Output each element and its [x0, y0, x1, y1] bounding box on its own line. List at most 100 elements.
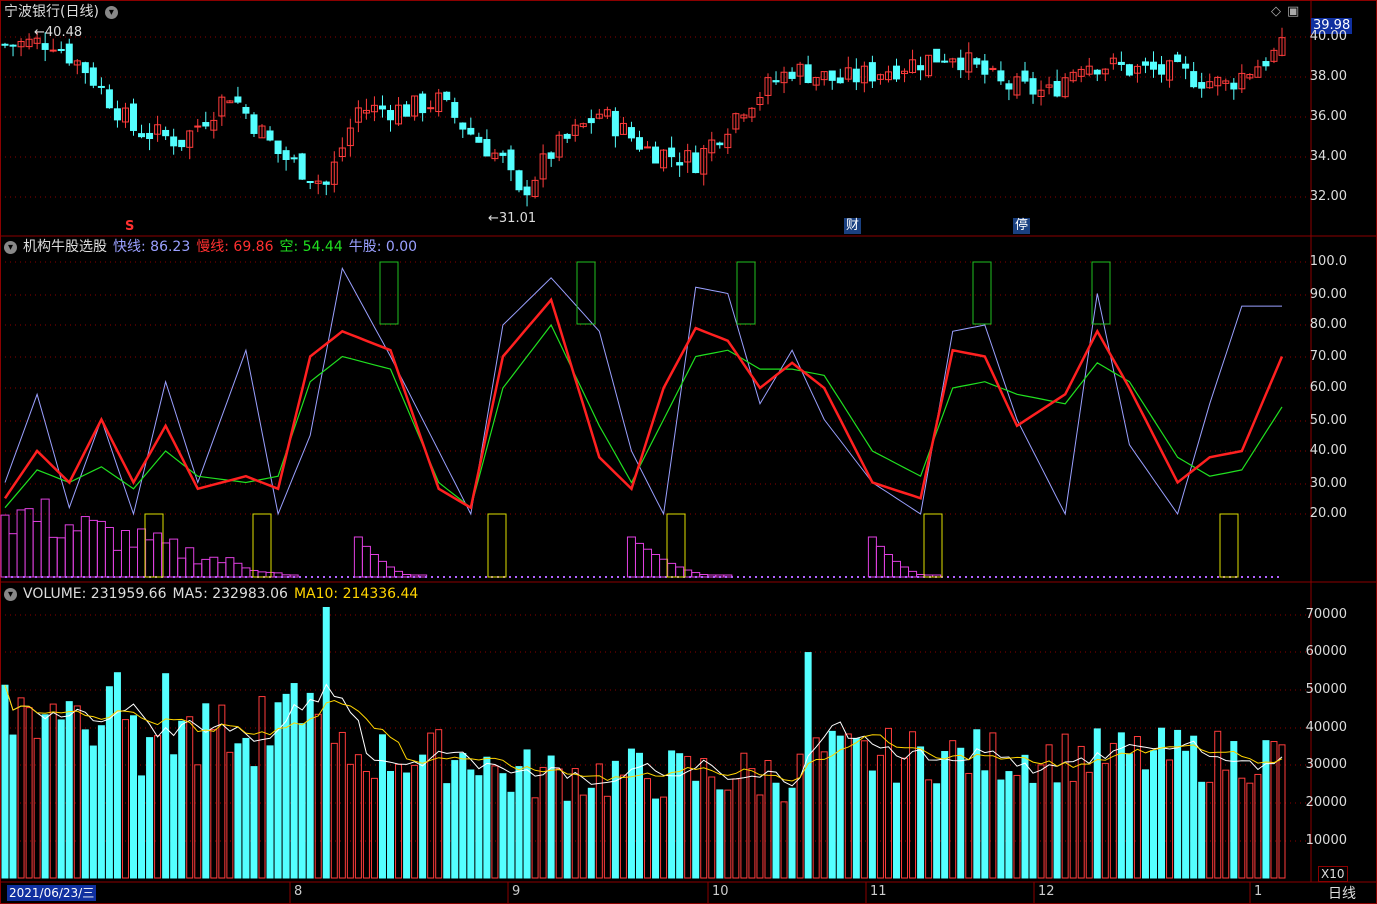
candle-body — [282, 150, 290, 160]
suspend-marker[interactable]: 停 — [1013, 218, 1031, 234]
candle-body — [194, 125, 202, 128]
candle-body — [162, 129, 170, 137]
candle-body — [941, 60, 949, 63]
x-tick-9: 9 — [512, 884, 521, 899]
volume-bar — [595, 763, 603, 879]
x-tick-1: 1 — [1254, 884, 1263, 899]
bull-bar — [875, 545, 885, 578]
stock-title-text: 宁波银行(日线) — [4, 4, 99, 20]
bull-bar — [233, 562, 243, 578]
buy-signal-box — [487, 513, 507, 578]
bull-bar — [675, 566, 685, 578]
volume-bar — [234, 743, 242, 879]
volume-bar — [443, 783, 451, 879]
volume-bar — [1182, 750, 1190, 879]
period-label[interactable]: 日线 — [1328, 885, 1356, 903]
bull-bar — [377, 560, 387, 578]
volume-bar — [89, 745, 97, 879]
volume-bar — [154, 735, 162, 879]
empty-line-label: 空: 54.44 — [279, 239, 343, 255]
stock-title[interactable]: 宁波银行(日线) ▾ — [4, 3, 124, 21]
bull-bar — [659, 558, 669, 578]
bull-bar — [225, 557, 235, 578]
volume-bar — [378, 734, 386, 879]
candle-body — [9, 44, 17, 47]
volume-bar — [362, 770, 370, 879]
volume-bar — [1053, 782, 1061, 879]
candle-body — [852, 68, 860, 83]
candle-body — [957, 57, 965, 71]
volume-bar — [65, 701, 73, 879]
candle-body — [716, 142, 724, 146]
candle-body — [676, 162, 684, 166]
volume-bar — [1093, 728, 1101, 879]
indicator-name: 机构牛股选股 — [23, 239, 107, 255]
volume-bar — [507, 791, 515, 879]
candle-body — [1230, 82, 1238, 90]
chevron-down-icon[interactable]: ▾ — [4, 240, 17, 254]
sell-signal-box — [576, 261, 596, 325]
candle-body — [113, 108, 121, 121]
volume-bar — [1101, 762, 1109, 879]
candle-body — [627, 127, 635, 139]
volume-bar — [772, 782, 780, 879]
candle-body — [1182, 63, 1190, 69]
vol-tick-4: 30000 — [1305, 757, 1347, 772]
finance-marker[interactable]: 财 — [844, 218, 862, 234]
volume-bar — [860, 740, 868, 879]
volume-bar — [716, 789, 724, 879]
volume-bar — [563, 800, 571, 879]
diamond-icon[interactable]: ◇ — [1271, 4, 1281, 19]
volume-bar — [523, 749, 531, 879]
volume-bar — [981, 770, 989, 879]
volume-bar — [957, 747, 965, 879]
volume-bar — [121, 719, 129, 879]
bull-bar — [16, 509, 26, 578]
maximize-icon[interactable]: ▣ — [1287, 4, 1299, 19]
candle-body — [1190, 71, 1198, 88]
volume-bar — [411, 764, 419, 879]
candle-body — [523, 186, 531, 196]
candle-body — [772, 80, 780, 83]
candle-body — [387, 110, 395, 121]
volume-bar — [1230, 741, 1238, 879]
candle-body — [973, 58, 981, 65]
bull-bar — [96, 520, 106, 578]
x-tick-12: 12 — [1038, 884, 1055, 899]
volume-bar — [49, 703, 57, 879]
chevron-down-icon[interactable]: ▾ — [4, 587, 17, 601]
candle-body — [1262, 61, 1270, 67]
volume-bar — [1013, 774, 1021, 879]
kline-chart[interactable] — [0, 0, 1377, 904]
volume-bar — [427, 732, 435, 879]
candle-body — [443, 91, 451, 101]
candle-body — [298, 153, 306, 180]
volume-bar — [700, 758, 708, 879]
volume-bar — [1198, 781, 1206, 879]
volume-bar — [483, 756, 491, 879]
price-tick-1: 38.00 — [1309, 69, 1347, 84]
candle-body — [97, 85, 105, 88]
volume-bar — [1262, 740, 1270, 879]
volume-bar — [242, 737, 250, 879]
bull-bar — [129, 546, 139, 578]
bull-bar — [185, 547, 195, 578]
chevron-down-icon[interactable]: ▾ — [104, 5, 118, 19]
candle-body — [138, 133, 146, 138]
candle-body — [507, 149, 515, 171]
price-tick-0: 40.00 — [1309, 29, 1347, 44]
volume-bar — [330, 742, 338, 879]
volume-bar — [1021, 754, 1029, 879]
volume-bar — [33, 737, 41, 879]
volume-bar — [1158, 727, 1166, 879]
ma10-label: MA10: 214336.44 — [293, 586, 419, 602]
s-marker[interactable]: S — [125, 218, 134, 236]
bull-bar — [369, 554, 379, 578]
fast-line — [4, 266, 1282, 516]
volume-bar — [1254, 773, 1262, 879]
volume-bar — [844, 733, 852, 879]
volume-bar — [804, 652, 812, 879]
volume-bar — [820, 751, 828, 879]
volume-bar — [290, 683, 298, 879]
candle-body — [89, 67, 97, 86]
